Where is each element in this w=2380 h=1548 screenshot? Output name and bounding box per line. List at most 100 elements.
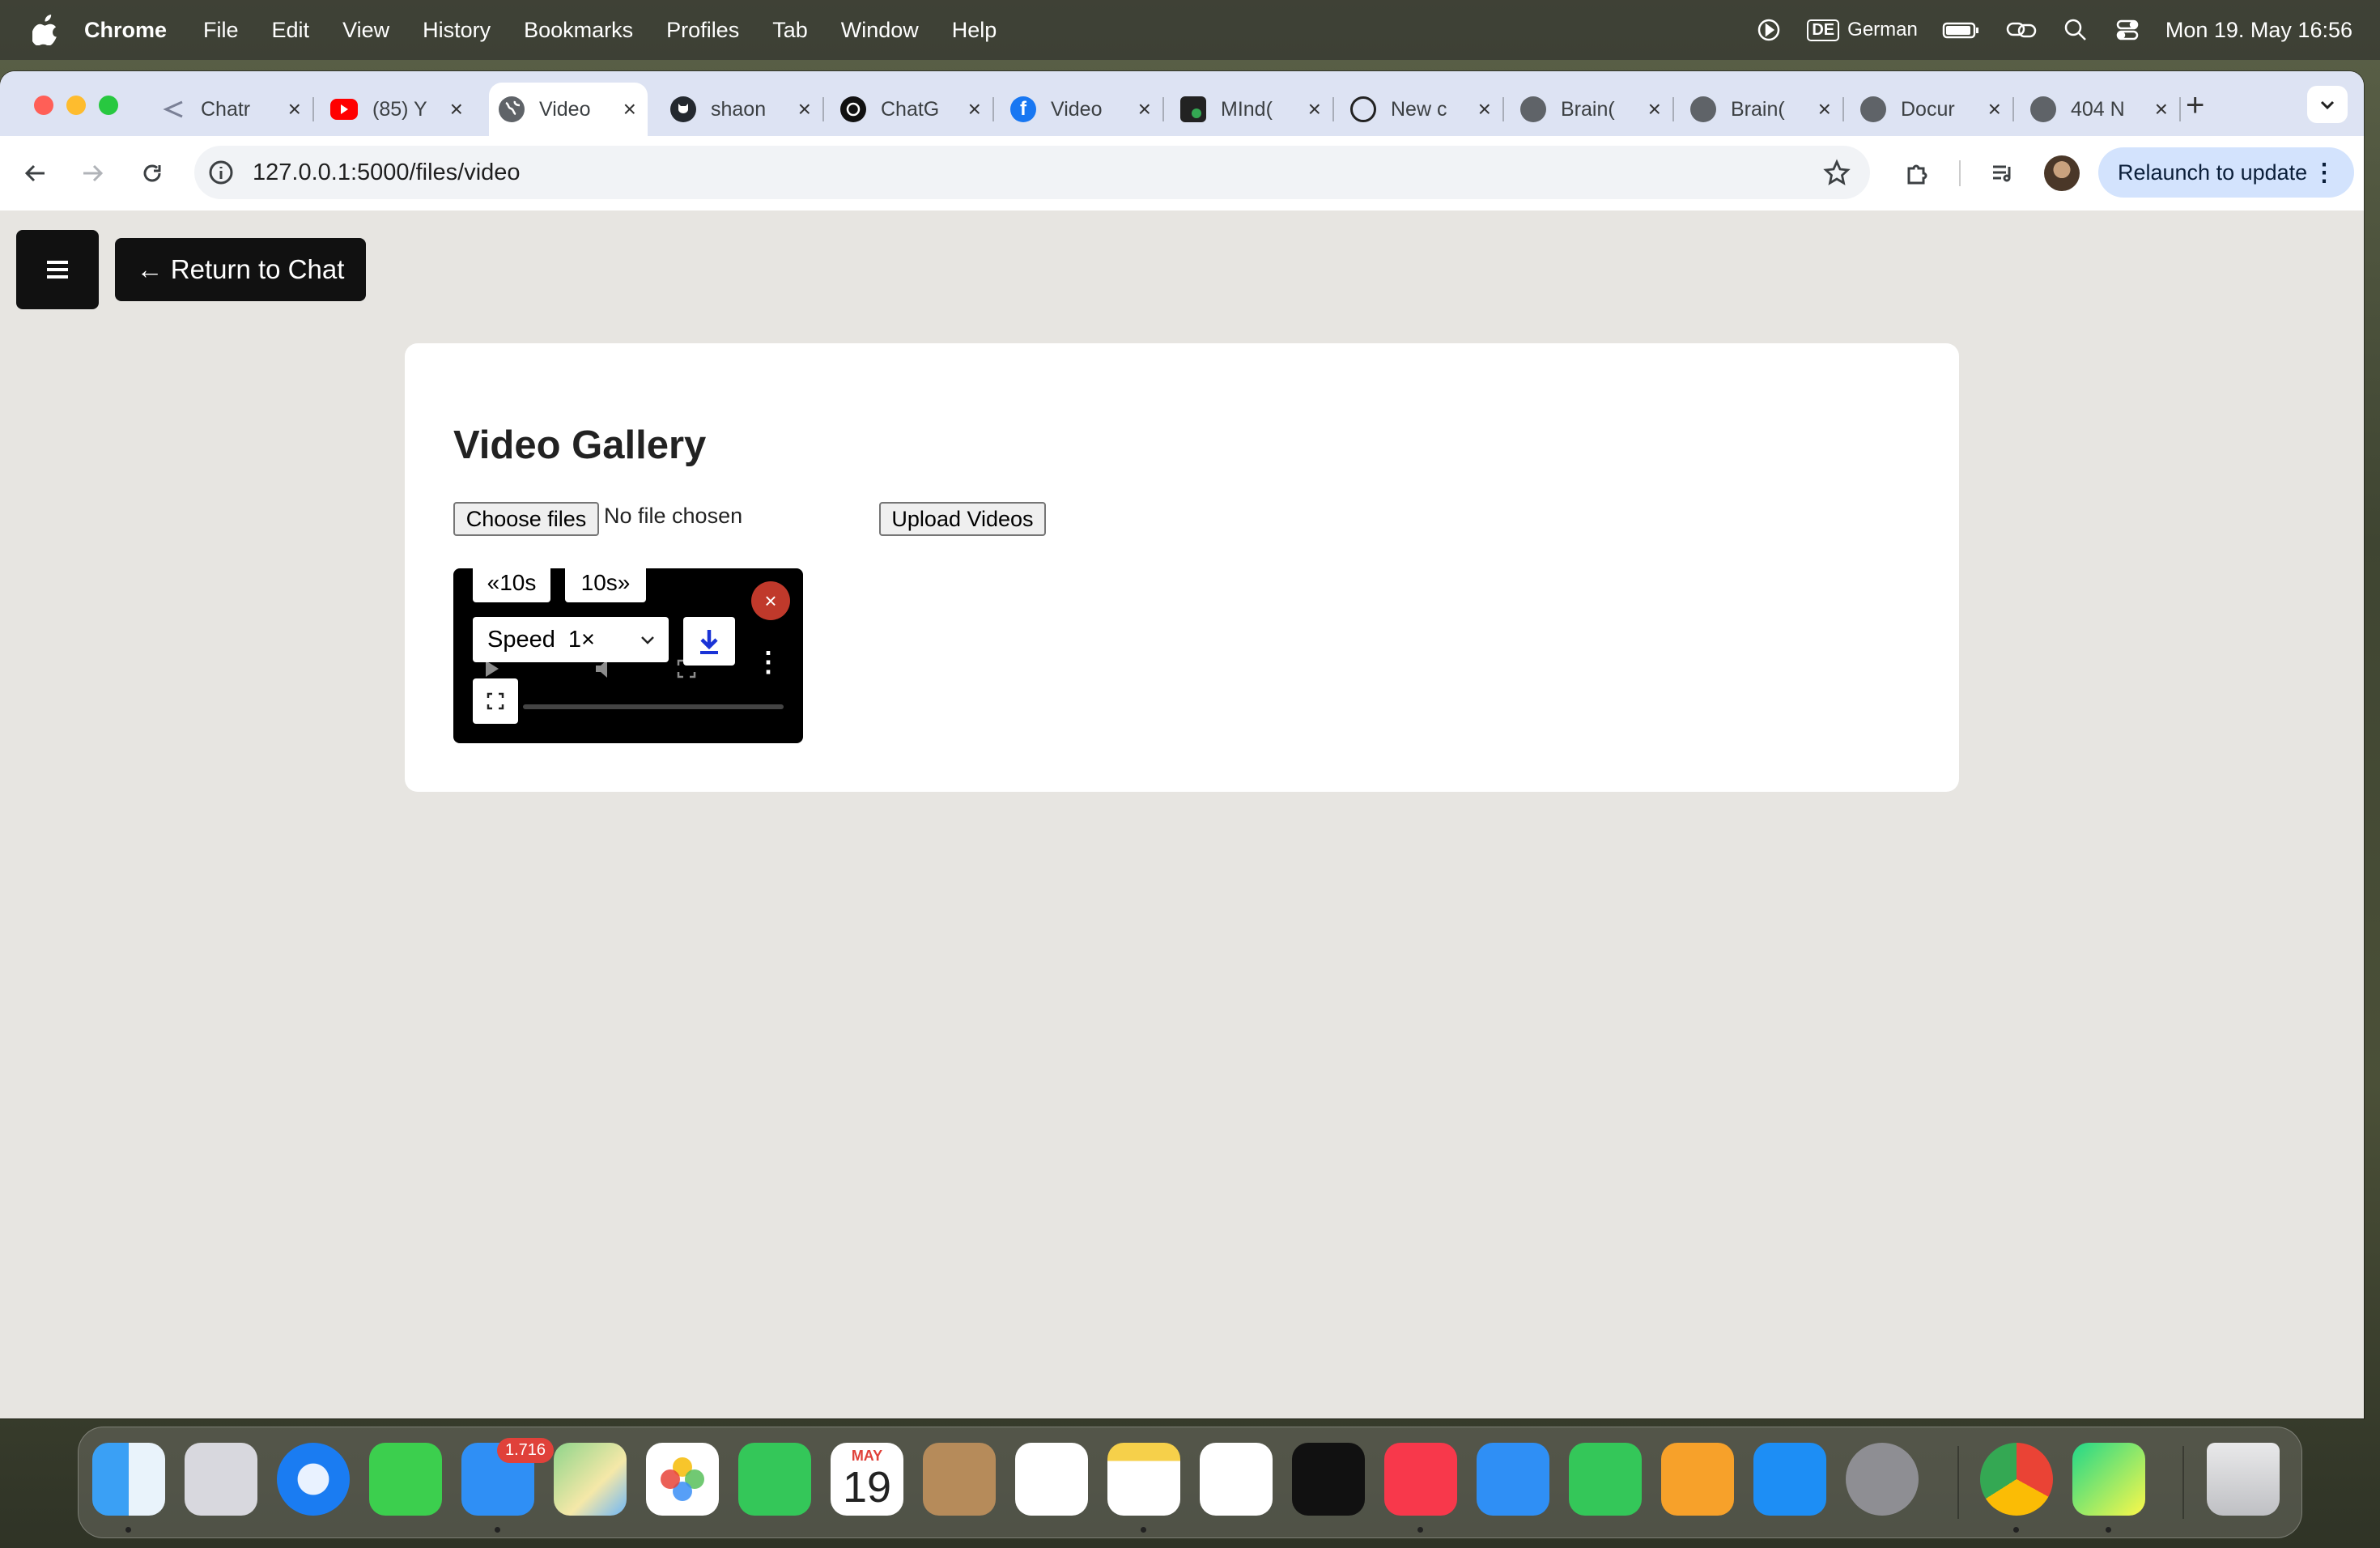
- reload-button[interactable]: [134, 155, 170, 191]
- battery-icon[interactable]: [1942, 16, 1981, 44]
- numbers-icon[interactable]: [1569, 1443, 1642, 1516]
- notes-icon[interactable]: [1107, 1443, 1180, 1516]
- window-minimize-button[interactable]: [66, 96, 86, 115]
- menu-file[interactable]: File: [203, 18, 239, 43]
- input-source[interactable]: DE German: [1807, 19, 1918, 41]
- pages-icon[interactable]: [1661, 1443, 1734, 1516]
- tab-title: Brain(: [1561, 97, 1615, 121]
- site-info-icon[interactable]: [207, 159, 235, 186]
- safari-icon[interactable]: [277, 1443, 350, 1516]
- relaunch-button[interactable]: Relaunch to update ⋮: [2098, 147, 2354, 198]
- tab-brain-2[interactable]: Brain( ×: [1681, 83, 1842, 136]
- window-close-button[interactable]: [34, 96, 53, 115]
- tab-youtube[interactable]: (85) Y ×: [321, 83, 474, 136]
- menu-view[interactable]: View: [342, 18, 389, 43]
- menu-toggle-button[interactable]: [16, 230, 99, 309]
- globe-icon: [1860, 96, 1886, 122]
- window-zoom-button[interactable]: [99, 96, 118, 115]
- reminders-icon[interactable]: [1015, 1443, 1088, 1516]
- tab-close-icon[interactable]: ×: [1478, 96, 1491, 122]
- dock: 1.716 MAY 19: [78, 1427, 2302, 1538]
- menu-bookmarks[interactable]: Bookmarks: [524, 18, 633, 43]
- tab-close-icon[interactable]: ×: [288, 96, 301, 122]
- appletv-icon[interactable]: [1292, 1443, 1365, 1516]
- tab-close-icon[interactable]: ×: [1988, 96, 2001, 122]
- profile-avatar[interactable]: [2044, 155, 2080, 191]
- contacts-icon[interactable]: [923, 1443, 996, 1516]
- chrome-icon[interactable]: [1980, 1443, 2053, 1516]
- video-player[interactable]: «10s 10s» ⋮ Speed 1× ×: [453, 568, 803, 743]
- tab-close-icon[interactable]: ×: [450, 96, 463, 122]
- menu-profiles[interactable]: Profiles: [666, 18, 739, 43]
- trash-icon[interactable]: [2207, 1443, 2280, 1516]
- tab-mind[interactable]: MInd( ×: [1171, 83, 1332, 136]
- tab-close-icon[interactable]: ×: [1648, 96, 1661, 122]
- menu-help[interactable]: Help: [952, 18, 997, 43]
- rewind-10s-button[interactable]: «10s: [473, 568, 550, 602]
- spotlight-search-icon[interactable]: [2062, 16, 2089, 44]
- maps-icon[interactable]: [554, 1443, 627, 1516]
- facetime-icon[interactable]: [738, 1443, 811, 1516]
- media-control-button[interactable]: [1985, 155, 2021, 191]
- tab-brain-1[interactable]: Brain( ×: [1511, 83, 1672, 136]
- menubar-clock[interactable]: Mon 19. May 16:56: [2165, 18, 2352, 43]
- freeform-icon[interactable]: [1200, 1443, 1273, 1516]
- menu-app-name[interactable]: Chrome: [84, 18, 167, 43]
- keynote-icon[interactable]: [1477, 1443, 1549, 1516]
- extensions-button[interactable]: [1899, 155, 1935, 191]
- bookmark-star-icon[interactable]: [1823, 159, 1851, 186]
- link-icon[interactable]: [2005, 16, 2038, 44]
- screen-recording-icon[interactable]: [1755, 16, 1783, 44]
- tab-facebook-video[interactable]: f Video ×: [1001, 83, 1162, 136]
- menu-window[interactable]: Window: [841, 18, 919, 43]
- tab-video-active[interactable]: Video ×: [489, 83, 648, 136]
- launchpad-icon[interactable]: [185, 1443, 257, 1516]
- menu-history[interactable]: History: [423, 18, 491, 43]
- tab-close-icon[interactable]: ×: [2155, 96, 2168, 122]
- tab-404[interactable]: 404 N ×: [2021, 83, 2179, 136]
- appstore-icon[interactable]: [1753, 1443, 1826, 1516]
- tab-github[interactable]: shaon ×: [661, 83, 822, 136]
- page-title: Video Gallery: [453, 423, 707, 467]
- tab-close-icon[interactable]: ×: [623, 96, 636, 122]
- tab-close-icon[interactable]: ×: [798, 96, 811, 122]
- more-vert-icon: ⋮: [2312, 159, 2336, 186]
- upload-videos-button[interactable]: Upload Videos: [879, 502, 1046, 536]
- tab-close-icon[interactable]: ×: [1138, 96, 1151, 122]
- forward-10s-button[interactable]: 10s»: [565, 568, 646, 602]
- finder-icon[interactable]: [92, 1443, 165, 1516]
- tab-search-button[interactable]: [2307, 86, 2348, 123]
- remove-video-button[interactable]: ×: [751, 581, 790, 620]
- more-options-icon[interactable]: ⋮: [754, 646, 782, 678]
- new-tab-button[interactable]: +: [2186, 87, 2204, 124]
- progress-bar[interactable]: [523, 704, 784, 709]
- globe-icon: [1520, 96, 1546, 122]
- speed-value: 1×: [567, 626, 595, 653]
- tab-new-chat[interactable]: New c ×: [1341, 83, 1502, 136]
- tab-docs[interactable]: Docur ×: [1851, 83, 2012, 136]
- pycharm-icon[interactable]: [2072, 1443, 2145, 1516]
- forward-button[interactable]: [74, 155, 110, 191]
- return-to-chat-button[interactable]: ← Return to Chat: [115, 238, 366, 301]
- photos-icon[interactable]: [646, 1443, 719, 1516]
- tab-chatgpt[interactable]: ChatG ×: [831, 83, 992, 136]
- control-center-icon[interactable]: [2114, 16, 2141, 44]
- menu-edit[interactable]: Edit: [272, 18, 310, 43]
- download-button[interactable]: [683, 617, 735, 666]
- choose-files-button[interactable]: Choose files: [453, 502, 599, 536]
- address-bar[interactable]: 127.0.0.1:5000/files/video: [194, 146, 1870, 199]
- fullscreen-button[interactable]: [473, 678, 518, 724]
- browser-window: Chatr × (85) Y × Video × shaon × ChatG ×…: [0, 71, 2364, 1418]
- tab-close-icon[interactable]: ×: [968, 96, 981, 122]
- apple-icon[interactable]: [32, 15, 60, 45]
- music-icon[interactable]: [1384, 1443, 1457, 1516]
- speed-select[interactable]: Speed 1×: [473, 617, 669, 662]
- back-button[interactable]: [18, 155, 53, 191]
- tab-close-icon[interactable]: ×: [1308, 96, 1321, 122]
- messages-icon[interactable]: [369, 1443, 442, 1516]
- tab-chatr[interactable]: Chatr ×: [151, 83, 312, 136]
- youtube-icon: [330, 99, 358, 120]
- settings-icon[interactable]: [1846, 1443, 1919, 1516]
- menu-tab[interactable]: Tab: [772, 18, 808, 43]
- tab-close-icon[interactable]: ×: [1818, 96, 1831, 122]
